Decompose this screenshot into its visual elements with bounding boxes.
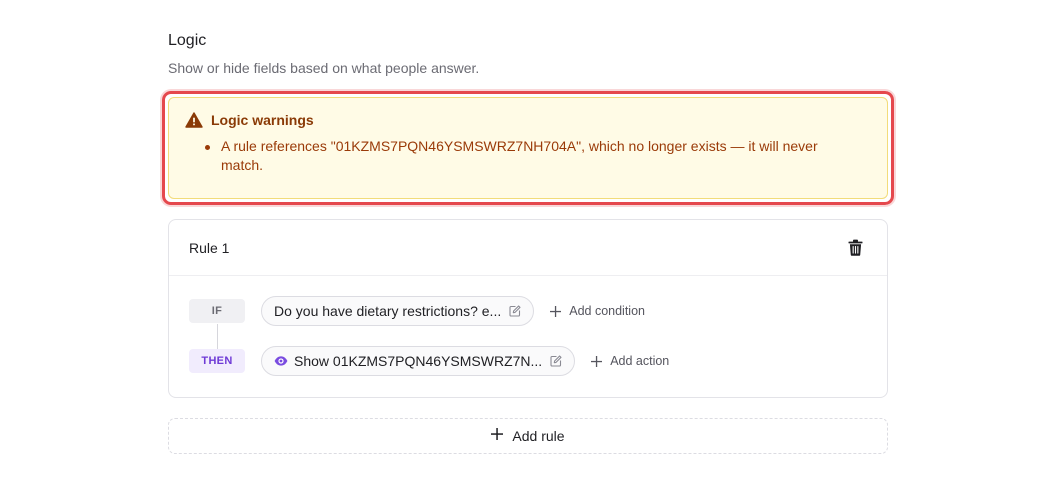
condition-chip[interactable]: Do you have dietary restrictions? e...	[261, 296, 535, 326]
trash-icon	[848, 239, 862, 256]
warnings-header: Logic warnings	[185, 112, 869, 128]
rule-header: Rule 1	[169, 220, 887, 276]
plus-icon	[591, 355, 603, 367]
plus-icon	[550, 305, 562, 317]
plus-icon	[491, 427, 504, 445]
section-title: Logic	[168, 32, 207, 49]
section-subtitle: Show or hide fields based on what people…	[168, 60, 480, 76]
condition-text: Do you have dietary restrictions? e...	[274, 303, 502, 319]
delete-rule-button[interactable]	[843, 236, 867, 260]
rule-card: Rule 1 IF Do you have dietary restrictio…	[168, 219, 888, 398]
add-condition-label: Add condition	[569, 304, 645, 318]
warnings-list: A rule references "01KZMS7PQN46YSMSWRZ7N…	[185, 137, 869, 175]
add-action-label: Add action	[610, 354, 670, 368]
rule-title: Rule 1	[189, 239, 230, 256]
logic-warnings-box: Logic warnings A rule references "01KZMS…	[168, 97, 888, 199]
add-rule-button[interactable]: Add rule	[168, 418, 888, 454]
add-action-button[interactable]: Add action	[591, 354, 669, 368]
action-row: THEN Show 01KZMS7PQN46YSMSWRZ7N... Add a…	[189, 346, 669, 376]
logic-warnings-highlight: Logic warnings A rule references "01KZMS…	[162, 91, 894, 205]
eye-icon	[274, 354, 288, 368]
add-condition-button[interactable]: Add condition	[550, 304, 645, 318]
rule-body: IF Do you have dietary restrictions? e..…	[169, 276, 887, 398]
logic-section: Logic Show or hide fields based on what …	[162, 30, 894, 454]
warnings-title: Logic warnings	[211, 112, 314, 128]
edit-icon[interactable]	[550, 355, 562, 367]
action-text: Show 01KZMS7PQN46YSMSWRZ7N...	[294, 353, 543, 369]
add-rule-label: Add rule	[512, 428, 565, 444]
then-tag: THEN	[189, 349, 245, 373]
warning-item: A rule references "01KZMS7PQN46YSMSWRZ7N…	[205, 137, 869, 175]
warning-triangle-icon	[185, 112, 203, 128]
condition-row: IF Do you have dietary restrictions? e..…	[189, 296, 645, 326]
page: Logic Show or hide fields based on what …	[0, 0, 1060, 500]
action-chip[interactable]: Show 01KZMS7PQN46YSMSWRZ7N...	[261, 346, 576, 376]
if-tag: IF	[189, 299, 245, 323]
edit-icon[interactable]	[509, 305, 521, 317]
